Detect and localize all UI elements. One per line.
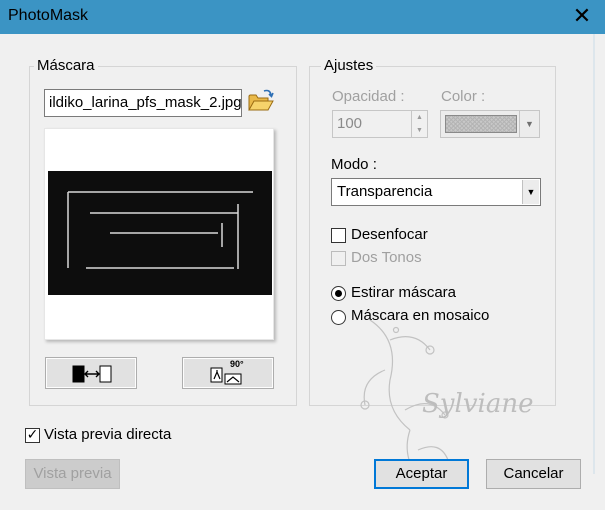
rotate-90-button[interactable]: 90° — [182, 357, 274, 389]
live-preview-checkbox[interactable]: ✓ — [25, 426, 40, 443]
title-bar[interactable]: PhotoMask ✕ — [0, 0, 605, 34]
color-label: Color : — [441, 88, 486, 105]
mask-preview-image — [48, 171, 272, 295]
blur-checkbox[interactable] — [331, 228, 346, 243]
close-button[interactable]: ✕ — [559, 0, 605, 34]
preview-button: Vista previa — [25, 459, 120, 489]
accept-button[interactable]: Aceptar — [374, 459, 469, 489]
cancel-button[interactable]: Cancelar — [486, 459, 581, 489]
checkmark-icon: ✓ — [26, 426, 39, 442]
folder-open-icon[interactable] — [246, 88, 276, 116]
stretch-mask-radio[interactable] — [331, 286, 346, 301]
opacity-value: 100 — [337, 115, 363, 132]
mode-label: Modo : — [331, 156, 377, 173]
stretch-mask-label[interactable]: Estirar máscara — [351, 284, 456, 301]
window-edge — [593, 34, 595, 474]
rotate-90-icon: 90° — [209, 359, 249, 392]
invert-mask-icon — [71, 363, 113, 389]
color-swatch — [445, 115, 517, 133]
spin-down-icon[interactable]: ▼ — [412, 124, 427, 137]
mode-select[interactable]: Transparencia ▼ — [331, 178, 541, 206]
mask-group-label: Máscara — [34, 57, 98, 74]
opacity-label: Opacidad : — [332, 88, 405, 105]
opacity-spin-buttons[interactable]: ▲ ▼ — [411, 111, 427, 137]
radio-selected-dot — [335, 290, 342, 297]
window-title: PhotoMask — [8, 7, 89, 24]
opacity-spinner[interactable]: 100 ▲ ▼ — [332, 110, 428, 138]
blur-label[interactable]: Desenfocar — [351, 226, 428, 243]
invert-mask-button[interactable] — [45, 357, 137, 389]
photomask-dialog: PhotoMask ✕ Máscara ildiko_larina_pfs_ma… — [0, 0, 605, 510]
mode-value: Transparencia — [337, 183, 433, 200]
mask-filename-field[interactable]: ildiko_larina_pfs_mask_2.jpg — [44, 89, 242, 117]
watermark-signature: Sylviane — [422, 389, 533, 419]
two-tones-label: Dos Tonos — [351, 249, 422, 266]
chevron-down-icon[interactable]: ▼ — [519, 111, 539, 137]
two-tones-checkbox — [331, 251, 346, 266]
chevron-down-icon[interactable]: ▼ — [522, 180, 539, 204]
settings-group-label: Ajustes — [321, 57, 377, 74]
mask-preview-frame — [44, 128, 274, 340]
color-picker[interactable]: ▼ — [440, 110, 540, 138]
live-preview-label[interactable]: Vista previa directa — [44, 426, 171, 443]
rotate-badge: 90° — [230, 359, 244, 369]
spin-up-icon[interactable]: ▲ — [412, 111, 427, 124]
